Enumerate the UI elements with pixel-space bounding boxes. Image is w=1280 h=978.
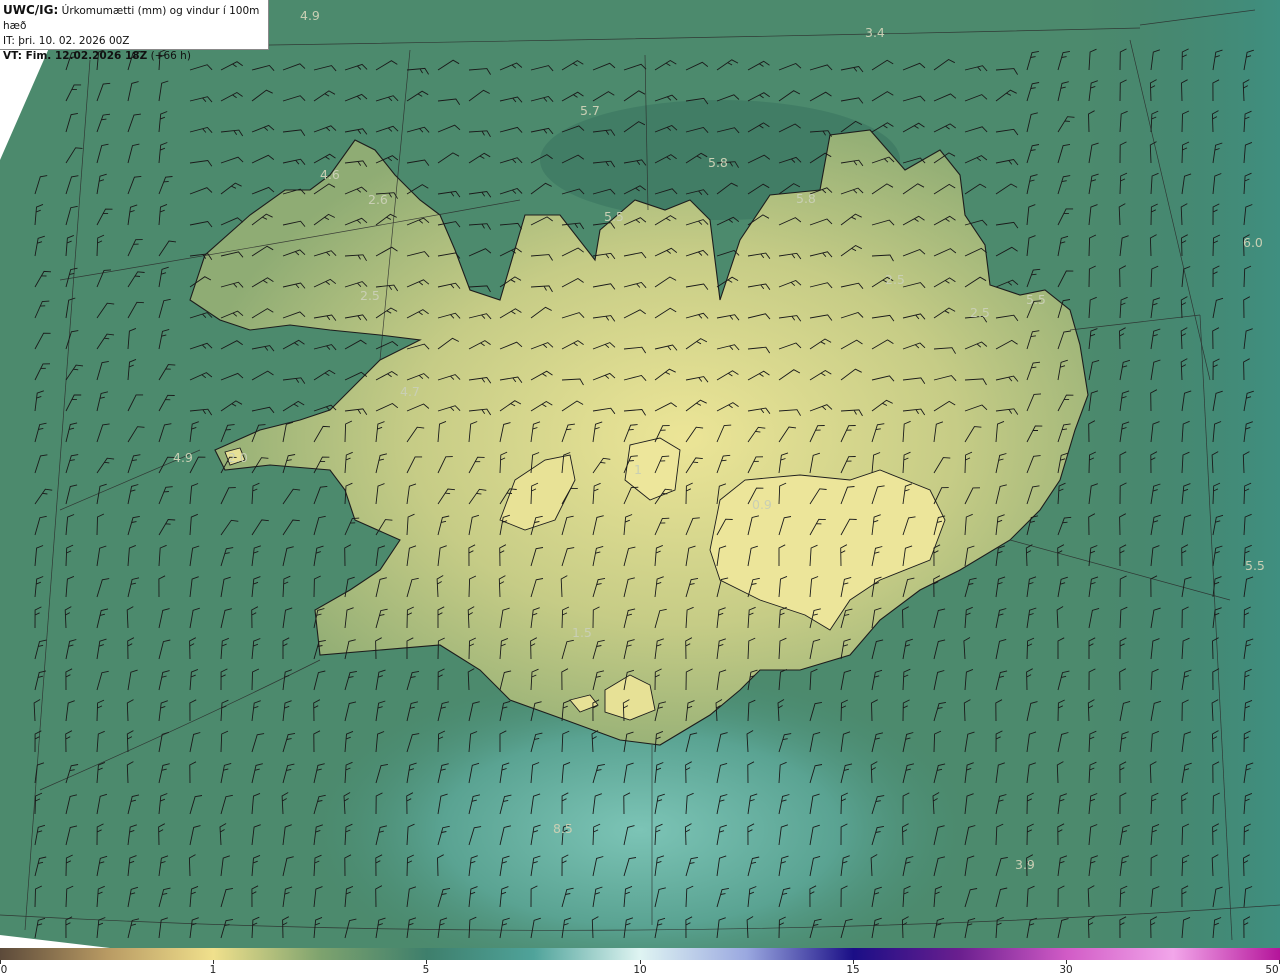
map-value-label: 1	[634, 462, 642, 477]
map-value-label: 4.9	[300, 8, 320, 23]
map-value-label: 6.0	[1243, 235, 1263, 250]
map-value-label: 2.0	[228, 450, 248, 465]
map-value-label: 5.8	[796, 191, 816, 206]
map-value-label: 1.5	[572, 625, 592, 640]
colorbar-gradient	[0, 948, 1280, 960]
map-value-label: 3.4	[865, 25, 885, 40]
precipitation-wind-map: 4.9 3.4 5.7 5.8 5.8 4.6 2.6 5.5 2.5 2.5 …	[0, 0, 1280, 948]
map-value-label: 5.5	[1245, 558, 1265, 573]
valid-time-line: VT: Fim. 12.02.2026 18Z (+66 h)	[3, 49, 265, 64]
map-value-label: 2.5	[970, 305, 990, 320]
map-value-label: 5.7	[580, 103, 600, 118]
colorbar-tick-label: 5	[422, 964, 430, 976]
map-value-label: 4.9	[173, 450, 193, 465]
colorbar-tick-label: 0	[0, 964, 8, 976]
colorbar-tick-label: 1	[209, 964, 217, 976]
map-value-label: 2.5	[360, 288, 380, 303]
east-sea	[1080, 0, 1280, 948]
map-value-label: 4.7	[400, 384, 420, 399]
map-value-label: 2.5	[885, 272, 905, 287]
map-value-label: 5.5	[1026, 292, 1046, 307]
forecast-hour: (+66 h)	[150, 50, 191, 62]
initial-time: IT: þri. 10. 02. 2026 00Z	[3, 35, 130, 47]
map-value-label: 3.9	[1015, 857, 1035, 872]
map-value-label: 5.8	[708, 155, 728, 170]
map-value-label: 2.6	[368, 192, 388, 207]
colorbar-tick-label: 15	[846, 964, 860, 976]
map-value-label: 0.9	[752, 497, 772, 512]
map-value-label: 4.6	[320, 167, 340, 182]
model-name: UWC/IG:	[3, 3, 59, 17]
colorbar-tick-label: 30	[1059, 964, 1073, 976]
valid-time: VT: Fim. 12.02.2026 18Z	[3, 50, 148, 62]
map-value-label: 5.5	[604, 209, 624, 224]
colorbar: 0 1 5 10 15 30 50	[0, 948, 1280, 978]
map-info-box: UWC/IG: Úrkomumætti (mm) og vindur í 100…	[0, 0, 269, 62]
colorbar-tick-label: 10	[633, 964, 647, 976]
colorbar-tick-label: 50	[1265, 964, 1279, 976]
info-title-line: UWC/IG: Úrkomumætti (mm) og vindur í 100…	[3, 3, 265, 34]
map-value-label: 8.5	[553, 821, 573, 836]
